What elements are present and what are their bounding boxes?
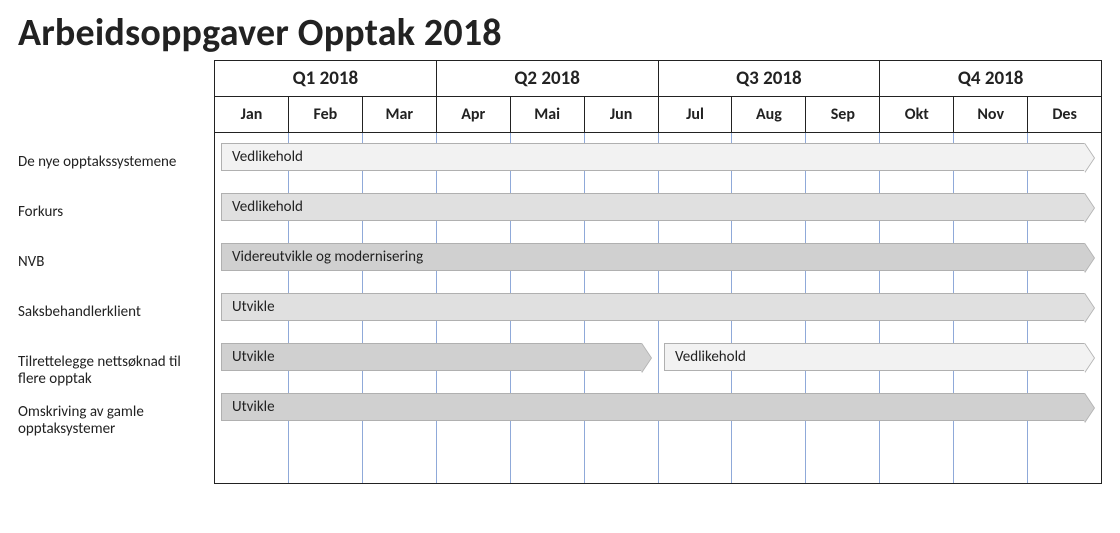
quarter-cell: Q3 2018 [659, 61, 881, 97]
gantt-grid: Q1 2018 Q2 2018 Q3 2018 Q4 2018 Jan Feb … [214, 60, 1102, 484]
gantt-bar-label: Utvikle [232, 348, 275, 366]
quarter-cell: Q2 2018 [437, 61, 659, 97]
row-labels: De nye opptakssystemene Forkurs NVB Saks… [18, 60, 214, 484]
month-cell: Nov [954, 97, 1028, 133]
month-cell: Jun [585, 97, 659, 133]
month-cell: Des [1028, 97, 1101, 133]
gantt-row: Vedlikehold [215, 183, 1101, 233]
quarter-cell: Q1 2018 [215, 61, 437, 97]
month-cell: Mar [363, 97, 437, 133]
arrow-right-icon [1084, 193, 1094, 223]
month-cell: Mai [511, 97, 585, 133]
gantt-bar-label: Utvikle [232, 398, 275, 416]
gantt-bar: Vedlikehold [664, 343, 1085, 371]
month-cell: Feb [289, 97, 363, 133]
row-label: De nye opptakssystemene [18, 148, 214, 198]
month-cell: Aug [732, 97, 806, 133]
month-cell: Apr [437, 97, 511, 133]
row-label: Omskriving av gamle opptaksystemer [18, 398, 214, 448]
month-cell: Jul [659, 97, 733, 133]
month-header: Jan Feb Mar Apr Mai Jun Jul Aug Sep Okt … [215, 97, 1101, 133]
arrow-right-icon [1084, 343, 1094, 373]
gantt-row: Utvikle [215, 283, 1101, 333]
gantt-bar-label: Vedlikehold [232, 148, 303, 166]
gantt-bar: Vedlikehold [221, 143, 1085, 171]
gantt-bar-label: Videreutvikle og modernisering [232, 248, 423, 266]
gantt-bar: Utvikle [221, 293, 1085, 321]
row-label: Forkurs [18, 198, 214, 248]
arrow-right-icon [641, 343, 651, 373]
arrow-right-icon [1084, 143, 1094, 173]
gantt-bar-label: Utvikle [232, 298, 275, 316]
row-label: NVB [18, 248, 214, 298]
row-label: Saksbehandlerklient [18, 298, 214, 348]
arrow-right-icon [1084, 243, 1094, 273]
page-title: Arbeidsoppgaver Opptak 2018 [18, 10, 1102, 56]
arrow-right-icon [1084, 393, 1094, 423]
month-cell: Jan [215, 97, 289, 133]
gantt-row: Vedlikehold [215, 133, 1101, 183]
gantt-bar-label: Vedlikehold [675, 348, 746, 366]
gantt-body: Vedlikehold Vedlikehold Videreutvikle og m… [215, 133, 1101, 483]
gantt-row: Videreutvikle og modernisering [215, 233, 1101, 283]
gantt-bar-label: Vedlikehold [232, 198, 303, 216]
month-cell: Okt [880, 97, 954, 133]
gantt-bars: Vedlikehold Vedlikehold Videreutvikle og m… [215, 133, 1101, 483]
gantt-bar: Videreutvikle og modernisering [221, 243, 1085, 271]
gantt-row: Utvikle Vedlikehold [215, 333, 1101, 383]
quarter-cell: Q4 2018 [880, 61, 1101, 97]
gantt-bar: Utvikle [221, 393, 1085, 421]
gantt-bar: Vedlikehold [221, 193, 1085, 221]
quarter-header: Q1 2018 Q2 2018 Q3 2018 Q4 2018 [215, 61, 1101, 97]
gantt-row: Utvikle [215, 383, 1101, 433]
gantt-bar: Utvikle [221, 343, 642, 371]
gantt-chart: De nye opptakssystemene Forkurs NVB Saks… [18, 60, 1102, 484]
arrow-right-icon [1084, 293, 1094, 323]
month-cell: Sep [806, 97, 880, 133]
row-label: Tilrettelegge nettsøknad til flere oppta… [18, 348, 214, 398]
